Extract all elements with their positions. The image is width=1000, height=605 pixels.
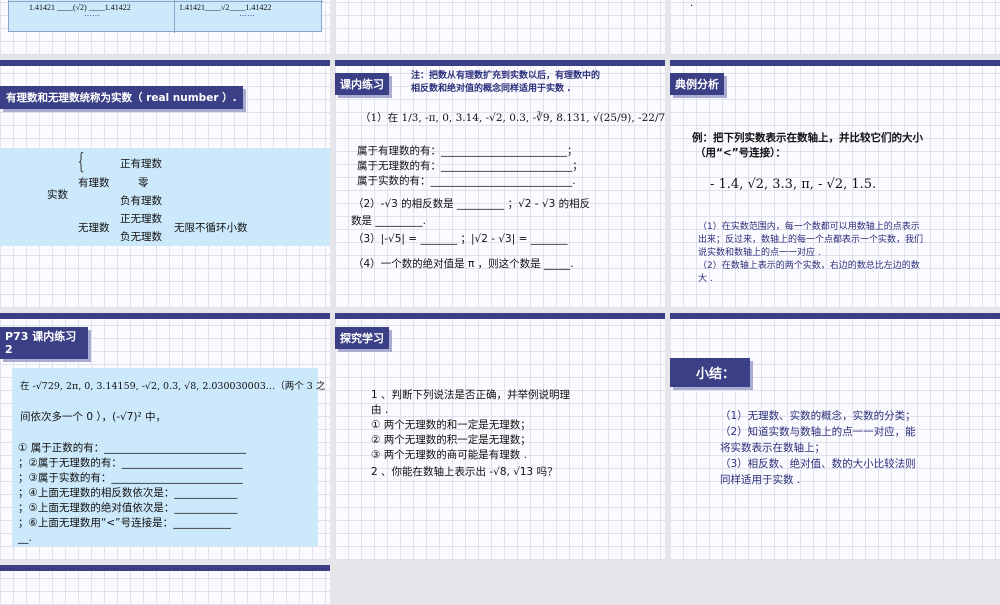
summary-text: 将实数表示在数轴上； [720, 442, 825, 454]
table-divider [9, 1, 323, 2]
label-irrational-definition: 无限不循环小数 [174, 222, 248, 234]
note-line: 大 . [698, 274, 713, 284]
exercise-text: 在 -√729, 2π, 0, 3.14159, -√2, 0.3, √8, 2… [20, 381, 326, 392]
inquiry-text: 由 . [371, 404, 389, 416]
answer-line: 属于实数的有：___________________________. [357, 175, 576, 187]
question-2-cont: 数是 _________. [351, 215, 426, 227]
note-line: 说实数和数轴上的点一一对应 . [698, 248, 821, 258]
inquiry-text: ③ 两个无理数的商可能是有理数 . [371, 449, 527, 461]
slide-title: 小结： [670, 358, 750, 387]
question-4: （4）一个数的绝对值是 π ，则这个数是 _____. [353, 258, 574, 270]
exercise-item: ；③属于实数的有：_________________________ [18, 472, 243, 484]
slide-title-line: P73 课内练习 [5, 330, 77, 343]
slide-thumbnail-3[interactable]: . [670, 0, 1000, 55]
table-cell: 1.41421 ____(√2) ____1.41422 [29, 3, 131, 12]
label-real: 实数 [47, 189, 68, 201]
label-rational: 有理数 [78, 177, 110, 189]
answer-line: 属于有理数的有：________________________； [357, 145, 578, 157]
slide-thumbnail-10[interactable] [0, 565, 330, 605]
note-line: 相反数和绝对值的概念同样适用于实数 . [411, 84, 571, 94]
exercise-item: __. [18, 532, 32, 544]
inquiry-text: ① 两个无理数的和一定是无理数； [371, 419, 531, 431]
brace-icon: { [77, 150, 85, 175]
note-line: 注：把数从有理数扩充到实数以后，有理数中的 [411, 71, 601, 81]
slide-thumbnail-4[interactable]: 有理数和无理数统称为实数（ real number ）. 实数 { 有理数 正有… [0, 60, 330, 308]
comparison-table: 1.41421 ____(√2) ____1.41422 1.41421____… [8, 0, 323, 33]
label-neg-irrational: 负无理数 [120, 231, 162, 243]
slide-title: 有理数和无理数统称为实数（ real number ）. [0, 86, 243, 109]
note-line: （1）在实数范围内，每一个数都可以用数轴上的点表示 [698, 222, 920, 232]
slide-thumbnail-6[interactable]: 典例分析 例：把下列实数表示在数轴上，并比较它们的大小 （用“<”号连接）： -… [670, 60, 1000, 308]
label-zero: 零 [138, 177, 149, 189]
slide-thumbnail-2[interactable] [335, 0, 665, 55]
note-line: 出来；反过来，数轴上的每一个点都表示一个实数，我们 [698, 235, 924, 245]
exercise-item: ；⑥上面无理数用“<”号连接是：___________ [18, 517, 231, 529]
exercise-item: ；④上面无理数的相反数依次是：____________ [18, 487, 238, 499]
slide-title: P73 课内练习 2 [0, 327, 88, 359]
slide-title-line: 2 [5, 343, 13, 356]
summary-text: 同样适用于实数 . [720, 474, 801, 486]
table-divider [174, 0, 175, 33]
example-text: （用“<”号连接）： [695, 147, 786, 159]
exercise-item: ① 属于正数的有：___________________________ [18, 442, 247, 454]
table-cell: …… [84, 9, 100, 18]
question-1: （1）在 1/3, -π, 0, 3.14, -√2, 0.3, -∛9, 8.… [360, 112, 665, 124]
summary-text: （3）相反数、绝对值、数的大小比较法则 [720, 458, 916, 470]
table-cell: 1.41421____√2____1.41422 [179, 3, 272, 12]
slide-thumbnail-1[interactable]: 1.41421 ____(√2) ____1.41422 1.41421____… [0, 0, 330, 55]
slide-thumbnail-7[interactable]: P73 课内练习 2 在 -√729, 2π, 0, 3.14159, -√2, … [0, 313, 330, 560]
label-pos-irrational: 正无理数 [120, 213, 162, 225]
exercise-item: ；⑤上面无理数的绝对值依次是：____________ [18, 502, 238, 514]
example-text: 例：把下列实数表示在数轴上，并比较它们的大小 [692, 132, 923, 144]
slide-thumbnail-5[interactable]: 课内练习 注：把数从有理数扩充到实数以后，有理数中的 相反数和绝对值的概念同样适… [335, 60, 665, 308]
slide-title: 课内练习 [335, 73, 389, 95]
slide-thumbnail-9[interactable]: 小结： （1）无理数、实数的概念，实数的分类； （2）知道实数与数轴上的点一一对… [670, 313, 1000, 560]
label-neg-rational: 负有理数 [120, 195, 162, 207]
slide-thumbnail-8[interactable]: 探究学习 1 、判断下列说法是否正确，并举例说明理 由 . ① 两个无理数的和一… [335, 313, 665, 560]
inquiry-text: 1 、判断下列说法是否正确，并举例说明理 [371, 389, 571, 401]
note-line: （2）在数轴上表示的两个实数，右边的数总比左边的数 [698, 261, 920, 271]
label-irrational: 无理数 [78, 222, 110, 234]
inquiry-text: 2 、你能在数轴上表示出 -√8, √13 吗？ [371, 466, 558, 478]
slide-title: 探究学习 [335, 327, 389, 349]
summary-text: （1）无理数、实数的概念，实数的分类； [720, 410, 916, 422]
exercise-text: 间依次多一个 0 ），(-√7)² 中， [20, 411, 167, 423]
exercise-item: ；②属于无理数的有：_______________________ [18, 457, 243, 469]
question-2: （2）-√3 的相反数是 _________ ；√2 - √3 的相反 [353, 198, 591, 210]
label-pos-rational: 正有理数 [120, 158, 162, 170]
text: . [690, 0, 694, 9]
table-cell: …… [239, 9, 255, 18]
summary-text: （2）知道实数与数轴上的点一一对应，能 [720, 426, 916, 438]
number-list: - 1.4, √2, 3.3, π, - √2, 1.5. [710, 177, 877, 192]
slide-title: 典例分析 [670, 73, 724, 95]
answer-line: 属于无理数的有：_________________________； [357, 160, 583, 172]
inquiry-text: ② 两个无理数的积一定是无理数； [371, 434, 531, 446]
question-3: （3）|-√5| = _______ ；|√2 - √3| = _______ [353, 233, 568, 245]
